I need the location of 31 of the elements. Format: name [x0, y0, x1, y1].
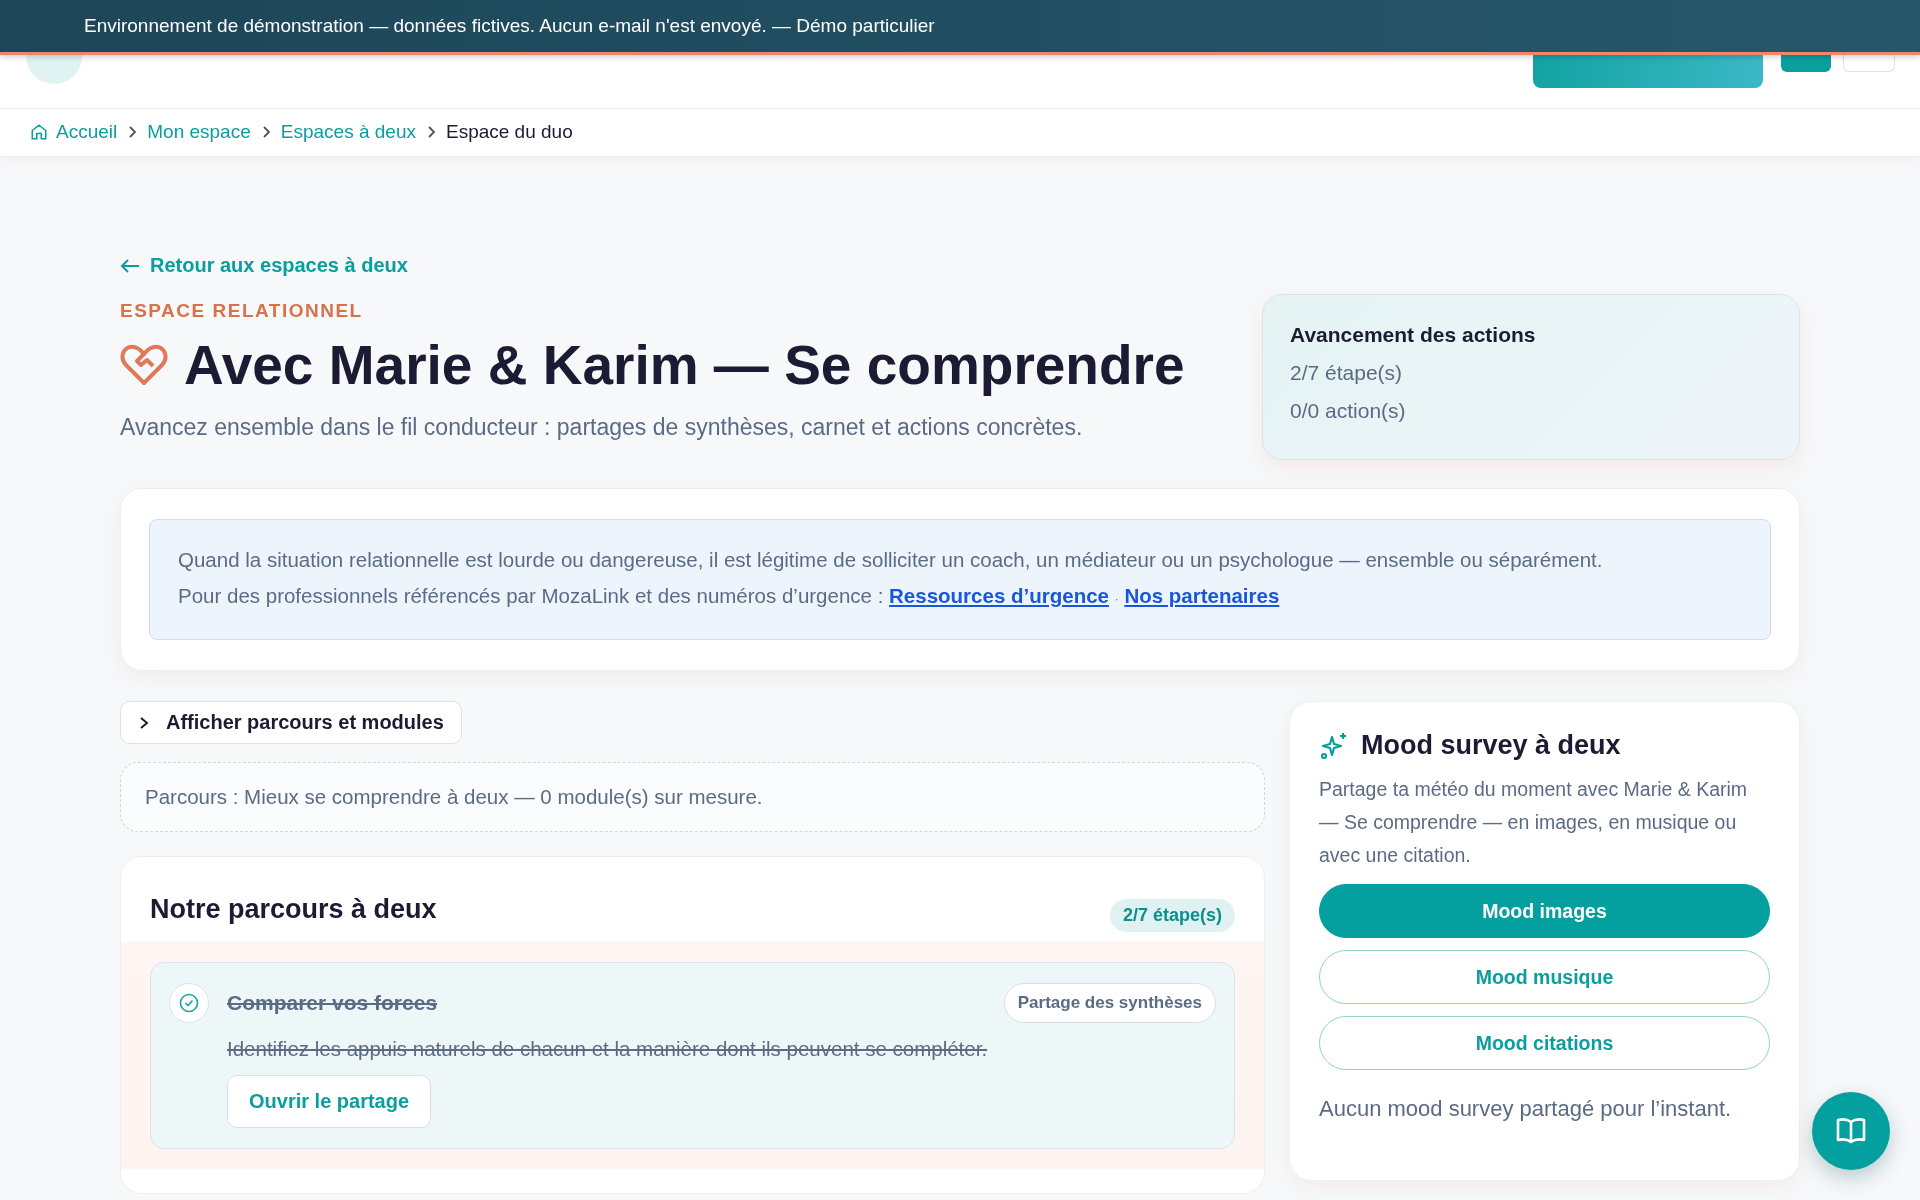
breadcrumb-link[interactable]: Mon espace — [147, 121, 251, 143]
back-link[interactable]: Retour aux espaces à deux — [120, 254, 408, 277]
banner-text: Environnement de démonstration — données fictives. Aucun e-mail n'est envoyé. — Démo particulier — [84, 15, 935, 37]
breadcrumb-link[interactable]: Espaces à deux — [280, 121, 416, 143]
empty-state-text: Aucun mood survey partagé pour l’instant. — [1319, 1096, 1733, 1122]
open-share-button[interactable]: Ouvrir le partage — [227, 1075, 432, 1128]
mood-button[interactable]: Mood musique — [1319, 950, 1770, 1004]
mood-description: Partage ta météo du moment avec Marie & Karim — Se comprendre — en images, en musique ou avec une citation. — [1319, 777, 1749, 868]
step-tag: Partage des synthèses — [1003, 983, 1216, 1023]
progress-title: Avancement des actions — [1290, 323, 1537, 347]
step-description: Identifiez les appuis naturels de chacun et la manière dont ils peuvent se compléter. — [227, 1037, 989, 1061]
notice-text: Quand la situation relationnelle est lourde ou dangereuse, il est légitime de solliciter un coach, un médiateur ou un psychologue — ensemble ou séparément. — [178, 547, 1604, 573]
mood-button[interactable]: Mood citations — [1319, 1016, 1770, 1070]
partners-link[interactable]: Nos partenaires — [1124, 584, 1280, 607]
breadcrumb-link[interactable]: Espace du duo — [445, 121, 573, 143]
section-eyebrow: ESPACE RELATIONNEL — [120, 299, 364, 322]
progress-badge: 2/7 étape(s) — [1109, 899, 1235, 932]
step-title: Comparer vos forces — [227, 991, 439, 1015]
mood-title: Mood survey à deux — [1361, 730, 1621, 761]
page-title: Avec Marie & Karim — Se comprendre — [184, 332, 1185, 398]
page-subtitle: Avancez ensemble dans le fil conducteur : partages de synthèses, carnet et actions concrètes. — [120, 413, 1084, 441]
emergency-link[interactable]: Ressources d’urgence — [889, 584, 1109, 607]
mood-button[interactable]: Mood images — [1319, 884, 1770, 938]
notice-text: Pour des professionnels référencés par MozaLink et des numéros d’urgence : — [178, 584, 884, 607]
parcours-summary: Parcours : Mieux se comprendre à deux — 0 module(s) sur mesure. — [120, 762, 1265, 832]
progress-count: 2/7 étape(s) — [1290, 361, 1404, 385]
toggle-button[interactable]: Afficher parcours et modules — [120, 701, 462, 744]
breadcrumb-link[interactable]: Accueil — [30, 121, 118, 143]
separator-dot: · — [1114, 592, 1119, 606]
journey-title: Notre parcours à deux — [150, 894, 437, 925]
progress-count: 0/0 action(s) — [1290, 399, 1407, 423]
